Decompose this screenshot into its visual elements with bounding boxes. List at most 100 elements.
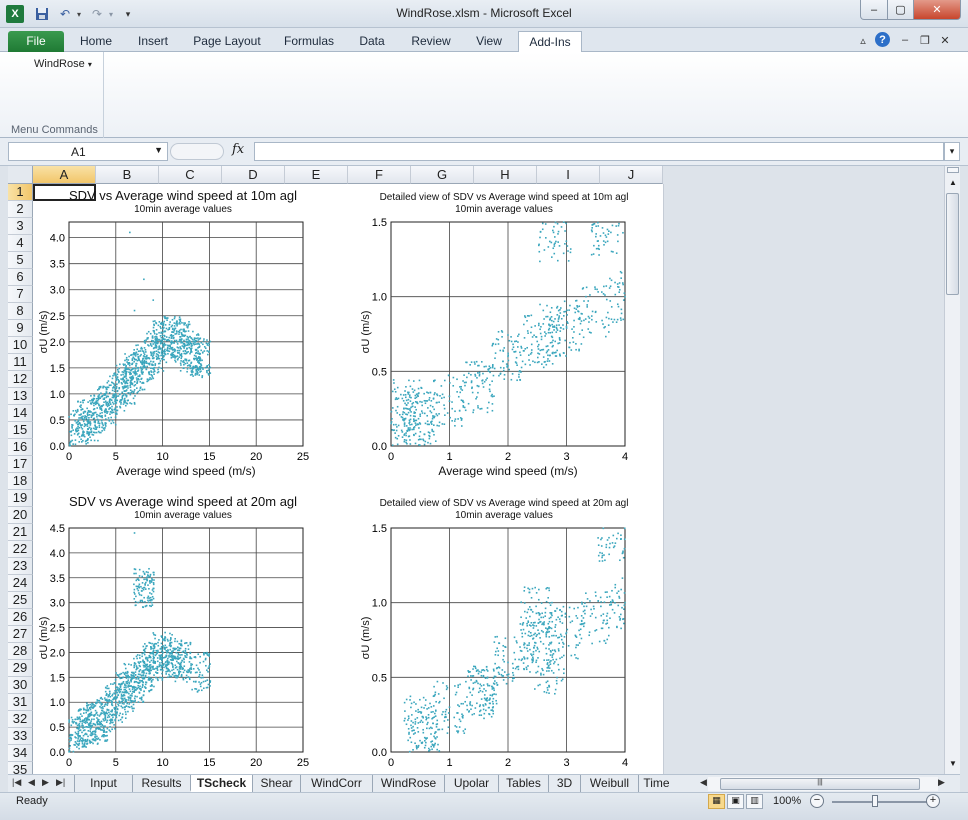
row-header-34[interactable]: 34 [8,745,33,762]
doc-minimize-icon[interactable]: ‒ [898,32,912,48]
sheet-tab-windrose[interactable]: WindRose [372,775,444,792]
sheet-tab-tables[interactable]: Tables [498,775,548,792]
close-button[interactable]: ✕ [913,0,961,20]
tab-data[interactable]: Data [350,31,394,52]
sheet-tab-input[interactable]: Input [74,775,132,792]
last-sheet-icon[interactable]: ▶| [56,777,65,788]
zoom-in-icon[interactable]: + [926,794,940,808]
tab-formulas[interactable]: Formulas [278,31,340,52]
formula-input[interactable] [254,142,944,161]
row-header-3[interactable]: 3 [8,218,33,235]
row-header-28[interactable]: 28 [8,643,33,660]
row-header-12[interactable]: 12 [8,371,33,388]
help-icon[interactable]: ? [875,32,890,47]
doc-restore-icon[interactable]: ❐ [918,32,932,48]
row-header-27[interactable]: 27 [8,626,33,643]
row-header-7[interactable]: 7 [8,286,33,303]
column-header-h[interactable]: H [474,166,537,184]
row-header-5[interactable]: 5 [8,252,33,269]
row-header-22[interactable]: 22 [8,541,33,558]
sheet-tab-shear[interactable]: Shear [252,775,300,792]
scroll-up-icon[interactable]: ▲ [945,175,961,191]
row-header-11[interactable]: 11 [8,354,33,371]
column-header-c[interactable]: C [159,166,222,184]
column-header-d[interactable]: D [222,166,285,184]
vertical-scrollbar[interactable]: ▲ ▼ [944,166,960,774]
row-header-24[interactable]: 24 [8,575,33,592]
page-break-view-icon[interactable]: ▥ [746,794,763,809]
row-header-35[interactable]: 35 [8,762,33,774]
column-header-b[interactable]: B [96,166,159,184]
page-layout-view-icon[interactable]: ▣ [727,794,744,809]
zoom-level[interactable]: 100% [773,795,801,807]
column-header-g[interactable]: G [411,166,474,184]
next-sheet-icon[interactable]: ▶ [42,777,49,788]
doc-close-icon[interactable]: ✕ [938,32,952,48]
column-header-j[interactable]: J [600,166,663,184]
column-header-f[interactable]: F [348,166,411,184]
row-header-15[interactable]: 15 [8,422,33,439]
normal-view-icon[interactable]: ▦ [708,794,725,809]
row-header-26[interactable]: 26 [8,609,33,626]
row-header-33[interactable]: 33 [8,728,33,745]
horizontal-scroll-thumb[interactable]: ||| [720,778,920,790]
windrose-menu-button[interactable]: WindRose ▾ [34,58,92,70]
row-header-23[interactable]: 23 [8,558,33,575]
row-header-31[interactable]: 31 [8,694,33,711]
row-header-25[interactable]: 25 [8,592,33,609]
row-header-10[interactable]: 10 [8,337,33,354]
zoom-out-icon[interactable]: − [810,794,824,808]
row-header-17[interactable]: 17 [8,456,33,473]
sheet-tab-windcorr[interactable]: WindCorr [300,775,372,792]
column-header-a[interactable]: A [33,166,96,184]
row-header-29[interactable]: 29 [8,660,33,677]
tab-split-icon[interactable]: ◀ [700,777,707,788]
scroll-right-icon[interactable]: ▶ [938,777,945,788]
tab-file[interactable]: File [8,31,64,52]
column-header-e[interactable]: E [285,166,348,184]
tab-view[interactable]: View [466,31,512,52]
row-header-9[interactable]: 9 [8,320,33,337]
sheet-tab-3d[interactable]: 3D [548,775,580,792]
worksheet[interactable]: ABCDEFGHIJ SDV vs Average wind speed at … [8,166,944,774]
row-header-14[interactable]: 14 [8,405,33,422]
maximize-button[interactable]: ▢ [887,0,914,20]
zoom-slider[interactable] [832,801,928,803]
row-header-2[interactable]: 2 [8,201,33,218]
column-header-i[interactable]: I [537,166,600,184]
row-header-18[interactable]: 18 [8,473,33,490]
expand-formula-bar-icon[interactable]: ▾ [944,142,960,161]
scroll-thumb[interactable] [946,193,959,295]
row-header-4[interactable]: 4 [8,235,33,252]
row-header-16[interactable]: 16 [8,439,33,456]
sheet-tab-weibull[interactable]: Weibull [580,775,638,792]
row-header-6[interactable]: 6 [8,269,33,286]
chevron-down-icon[interactable]: ▼ [154,145,163,155]
row-header-19[interactable]: 19 [8,490,33,507]
cell-grid[interactable]: SDV vs Average wind speed at 10m agl 10mi… [33,184,664,774]
row-header-13[interactable]: 13 [8,388,33,405]
tab-home[interactable]: Home [72,31,120,52]
row-header-20[interactable]: 20 [8,507,33,524]
scatter-chart-3[interactable]: SDV vs Average wind speed at 20m agl 10mi… [33,490,333,774]
row-header-8[interactable]: 8 [8,303,33,320]
sheet-tab-tscheck[interactable]: TScheck [190,775,252,792]
sheet-tab-upolar[interactable]: Upolar [444,775,498,792]
scatter-chart-2[interactable]: Detailed view of SDV vs Average wind spe… [349,184,659,484]
insert-function-icon[interactable]: fx [232,142,244,157]
row-header-32[interactable]: 32 [8,711,33,728]
tab-insert[interactable]: Insert [130,31,176,52]
sheet-tab-results[interactable]: Results [132,775,190,792]
prev-sheet-icon[interactable]: ◀ [28,777,35,788]
formula-buttons[interactable] [170,143,224,160]
minimize-button[interactable]: ‒ [860,0,888,20]
minimize-ribbon-icon[interactable]: ▵ [856,32,870,48]
scatter-chart-4[interactable]: Detailed view of SDV vs Average wind spe… [349,490,659,774]
sheet-tab-time[interactable]: Time [638,775,674,792]
horizontal-scrollbar[interactable]: ||| [708,777,938,791]
zoom-slider-thumb[interactable] [872,795,878,807]
tab-add-ins[interactable]: Add-Ins [518,31,582,52]
row-header-21[interactable]: 21 [8,524,33,541]
split-handle[interactable] [947,167,959,173]
row-header-1[interactable]: 1 [8,184,33,201]
